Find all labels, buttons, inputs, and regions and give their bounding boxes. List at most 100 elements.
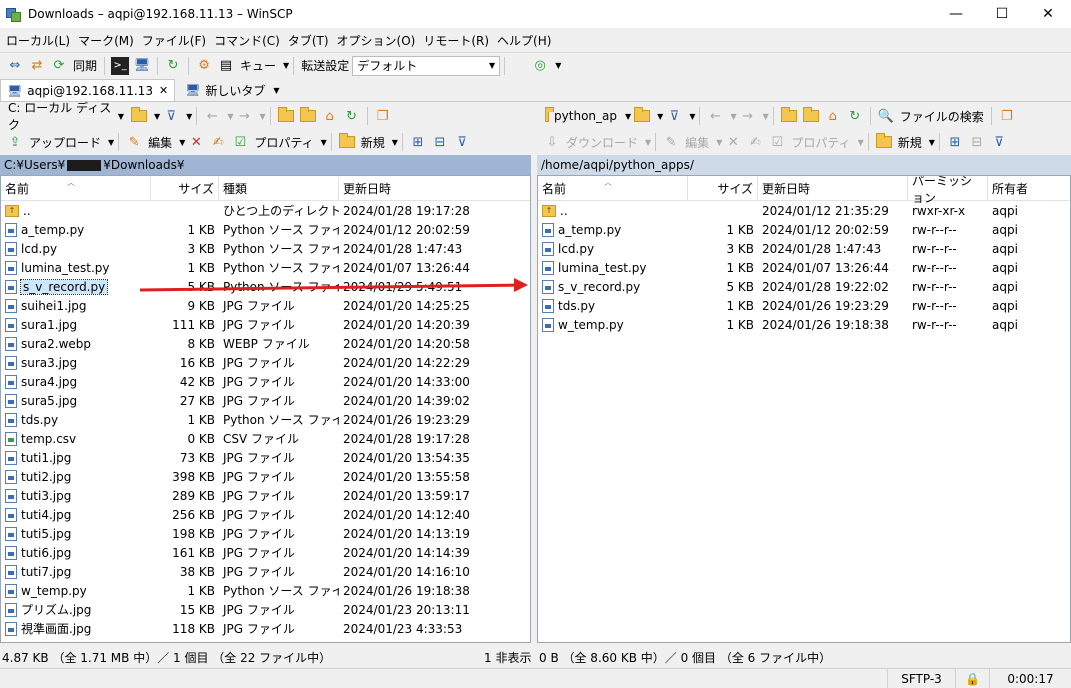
open-folder-icon[interactable]: [633, 107, 651, 125]
upload-button[interactable]: アップロード: [29, 134, 101, 151]
col-name[interactable]: ︿ 名前: [538, 176, 688, 201]
new-button[interactable]: 新規: [898, 134, 922, 151]
home-icon[interactable]: ⌂: [321, 107, 339, 125]
table-row[interactable]: tds.py 1 KB Python ソース ファイル 2024/01/26 19:2…: [1, 410, 530, 429]
remote-path-bar[interactable]: /home/aqpi/python_apps/: [537, 155, 1071, 175]
chevron-down-icon[interactable]: ▼: [273, 86, 279, 95]
col-modified[interactable]: 更新日時: [758, 176, 908, 201]
table-row[interactable]: lcd.py 3 KB 2024/01/28 1:47:43 rw-r--r-- aqp…: [538, 239, 1070, 258]
chevron-down-icon[interactable]: ▼: [625, 112, 631, 121]
rename-icon[interactable]: ✍: [209, 133, 227, 151]
edit-button[interactable]: 編集: [685, 134, 709, 151]
upload-icon[interactable]: ⇪: [6, 133, 24, 151]
download-icon[interactable]: ⇩: [543, 133, 561, 151]
lock-icon[interactable]: 🔒: [955, 669, 989, 688]
chevron-down-icon[interactable]: ▼: [186, 112, 192, 121]
bookmarks-icon[interactable]: ❐: [998, 107, 1016, 125]
chevron-down-icon[interactable]: ▼: [689, 112, 695, 121]
preferences-gear-icon[interactable]: ⚙: [195, 57, 213, 75]
new-folder-icon[interactable]: [875, 133, 893, 151]
menu-remote[interactable]: リモート(R): [423, 32, 489, 49]
chevron-down-icon[interactable]: ▼: [154, 112, 160, 121]
queue-label[interactable]: キュー: [240, 57, 276, 74]
maximize-button[interactable]: ☐: [979, 0, 1025, 28]
menu-local[interactable]: ローカル(L): [6, 32, 70, 49]
putty-icon[interactable]: 🖥: [133, 57, 151, 75]
root-directory-icon[interactable]: [299, 107, 317, 125]
chevron-down-icon[interactable]: ▼: [392, 138, 398, 147]
col-owner[interactable]: 所有者: [988, 176, 1070, 201]
table-row[interactable]: tuti1.jpg 73 KB JPG ファイル 2024/01/20 13:54:3…: [1, 448, 530, 467]
select-minus-icon[interactable]: ⊟: [968, 133, 986, 151]
edit-button[interactable]: 編集: [148, 134, 172, 151]
drive-select[interactable]: C: ローカル ディスク ▼: [4, 101, 128, 132]
find-files-icon[interactable]: 🔍: [877, 107, 895, 125]
select-plus-icon[interactable]: ⊞: [946, 133, 964, 151]
chevron-down-icon[interactable]: ▼: [321, 138, 327, 147]
col-type[interactable]: 種類: [219, 176, 339, 201]
home-icon[interactable]: ⌂: [824, 107, 842, 125]
refresh-toolbar-icon[interactable]: ↻: [164, 57, 182, 75]
table-row[interactable]: lcd.py 3 KB Python ソース ファイル 2024/01/28 1:47…: [1, 239, 530, 258]
table-row[interactable]: tds.py 1 KB 2024/01/26 19:23:29 rw-r--r-- aq…: [538, 296, 1070, 315]
col-modified[interactable]: 更新日時: [339, 176, 530, 201]
tab-session[interactable]: 🖥 aqpi@192.168.11.13 ✕: [0, 79, 176, 101]
table-row[interactable]: sura4.jpg 42 KB JPG ファイル 2024/01/20 14:33:0…: [1, 372, 530, 391]
select-minus-icon[interactable]: ⊟: [431, 133, 449, 151]
menu-mark[interactable]: マーク(M): [78, 32, 134, 49]
forward-arrow-icon[interactable]: →: [235, 107, 253, 125]
back-arrow-icon[interactable]: ←: [203, 107, 221, 125]
chevron-down-icon[interactable]: ▼: [108, 138, 114, 147]
delete-icon[interactable]: ✕: [187, 133, 205, 151]
table-row[interactable]: tuti4.jpg 256 KB JPG ファイル 2024/01/20 14:12:…: [1, 505, 530, 524]
chevron-down-icon[interactable]: ▼: [929, 138, 935, 147]
table-row[interactable]: a_temp.py 1 KB 2024/01/12 20:02:59 rw-r--r-…: [538, 220, 1070, 239]
col-name[interactable]: ︿ 名前: [1, 176, 151, 201]
chevron-down-icon[interactable]: ▼: [716, 138, 722, 147]
col-permissions[interactable]: パーミッション: [908, 176, 988, 205]
filter-icon[interactable]: ⊽: [162, 107, 180, 125]
properties-icon[interactable]: ☑: [768, 133, 786, 151]
select-filter-icon[interactable]: ⊽: [453, 133, 471, 151]
menu-options[interactable]: オプション(O): [337, 32, 416, 49]
menu-file[interactable]: ファイル(F): [142, 32, 206, 49]
queue-icon[interactable]: ▤: [217, 57, 235, 75]
properties-button[interactable]: プロパティ: [791, 134, 850, 151]
table-row[interactable]: suihei1.jpg 9 KB JPG ファイル 2024/01/20 14:25:…: [1, 296, 530, 315]
root-directory-icon[interactable]: [802, 107, 820, 125]
table-row[interactable]: プリズム.jpg 15 KB JPG ファイル 2024/01/23 20:13:11: [1, 600, 530, 619]
back-arrow-icon[interactable]: ←: [706, 107, 724, 125]
table-row[interactable]: lumina_test.py 1 KB 2024/01/07 13:26:44 rw-…: [538, 258, 1070, 277]
remote-file-list[interactable]: ︿ 名前 サイズ 更新日時 パーミッション 所有者 ↑.. 2024/01/12 …: [537, 175, 1071, 643]
table-row[interactable]: lumina_test.py 1 KB Python ソース ファイル 2024/01…: [1, 258, 530, 277]
refresh-icon[interactable]: ↻: [846, 107, 864, 125]
chevron-down-icon[interactable]: ▼: [179, 138, 185, 147]
synchronize-browsing-icon[interactable]: ⇄: [28, 57, 46, 75]
table-row[interactable]: tuti6.jpg 161 KB JPG ファイル 2024/01/20 14:14:…: [1, 543, 530, 562]
table-row[interactable]: tuti3.jpg 289 KB JPG ファイル 2024/01/20 13:59:…: [1, 486, 530, 505]
chevron-down-icon[interactable]: ▼: [645, 138, 651, 147]
select-plus-icon[interactable]: ⊞: [409, 133, 427, 151]
col-size[interactable]: サイズ: [151, 176, 219, 201]
find-files-button[interactable]: ファイルの検索: [900, 108, 984, 125]
properties-button[interactable]: プロパティ: [254, 134, 313, 151]
table-row[interactable]: tuti5.jpg 198 KB JPG ファイル 2024/01/20 14:13:…: [1, 524, 530, 543]
filter-icon[interactable]: ⊽: [665, 107, 683, 125]
col-size[interactable]: サイズ: [688, 176, 758, 201]
table-row[interactable]: sura1.jpg 111 KB JPG ファイル 2024/01/20 14:20:…: [1, 315, 530, 334]
table-row[interactable]: w_temp.py 1 KB Python ソース ファイル 2024/01/26 1…: [1, 581, 530, 600]
transfer-settings-select[interactable]: デフォルト ▼: [352, 55, 501, 76]
menu-help[interactable]: ヘルプ(H): [497, 32, 551, 49]
table-row[interactable]: sura2.webp 8 KB WEBP ファイル 2024/01/20 14:20:…: [1, 334, 530, 353]
download-button[interactable]: ダウンロード: [566, 134, 638, 151]
table-row[interactable]: 視準画面.jpg 118 KB JPG ファイル 2024/01/23 4:33:53: [1, 619, 530, 638]
minimize-button[interactable]: —: [933, 0, 979, 28]
table-row[interactable]: a_temp.py 1 KB Python ソース ファイル 2024/01/12 2…: [1, 220, 530, 239]
table-row[interactable]: ↑.. 2024/01/12 21:35:29 rwxr-xr-x aqpi: [538, 201, 1070, 220]
tab-new[interactable]: 🖥 新しいタブ ▼: [179, 79, 285, 101]
table-row[interactable]: w_temp.py 1 KB 2024/01/26 19:18:38 rw-r--r-…: [538, 315, 1070, 334]
refresh-icon[interactable]: ↻: [343, 107, 361, 125]
synchronize-label[interactable]: 同期: [73, 57, 97, 74]
table-row[interactable]: sura5.jpg 27 KB JPG ファイル 2024/01/20 14:39:0…: [1, 391, 530, 410]
parent-directory-icon[interactable]: [780, 107, 798, 125]
